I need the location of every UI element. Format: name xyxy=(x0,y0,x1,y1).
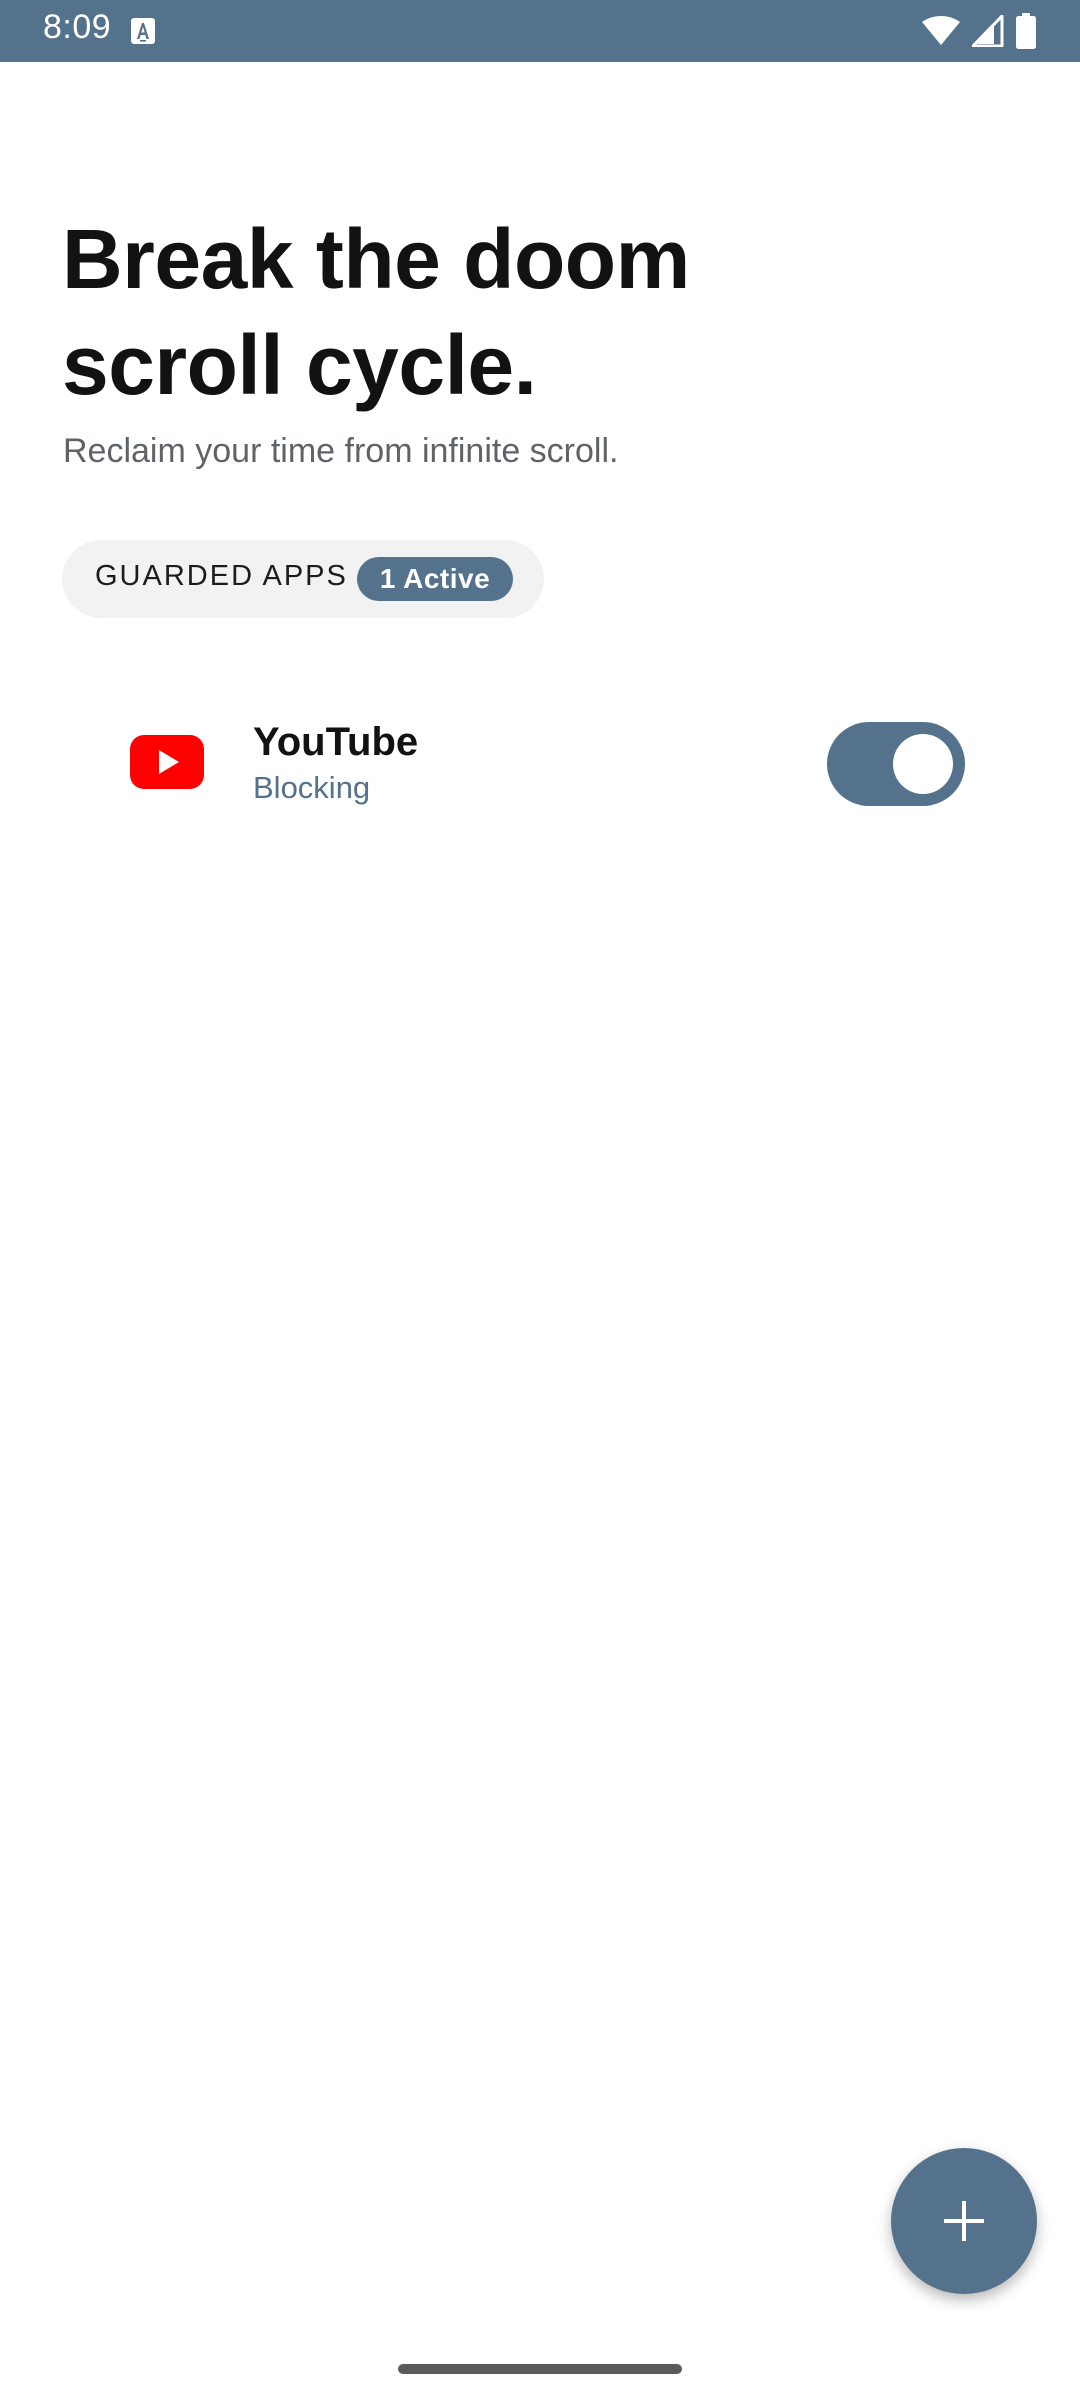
status-time: 8:09 xyxy=(43,8,112,46)
guarded-apps-label: GUARDED APPS xyxy=(95,560,348,592)
signal-icon xyxy=(972,15,1004,47)
plus-icon xyxy=(944,2201,984,2241)
page-title-line-2: scroll cycle. xyxy=(62,318,537,412)
app-status: Blocking xyxy=(253,770,371,805)
status-icons xyxy=(922,12,1036,50)
gesture-nav-handle[interactable] xyxy=(398,2364,682,2374)
guarded-apps-header: GUARDED APPS 1 Active xyxy=(62,540,544,618)
page-title-line-1: Break the doom xyxy=(62,212,690,306)
text-a-icon xyxy=(131,18,155,44)
page-subtitle: Reclaim your time from infinite scroll. xyxy=(63,432,619,470)
wifi-icon xyxy=(922,16,960,46)
status-bar: 8:09 xyxy=(0,0,1080,62)
active-count-badge: 1 Active xyxy=(357,557,513,601)
app-name: YouTube xyxy=(253,720,419,764)
youtube-blocking-toggle[interactable] xyxy=(827,722,965,806)
youtube-icon xyxy=(130,735,204,789)
page-title: Break the doom scroll cycle. xyxy=(62,206,862,418)
battery-icon xyxy=(1016,13,1036,49)
toggle-knob xyxy=(893,734,953,794)
add-app-button[interactable] xyxy=(891,2148,1037,2294)
app-list-item-youtube[interactable]: YouTube Blocking xyxy=(62,690,1018,840)
